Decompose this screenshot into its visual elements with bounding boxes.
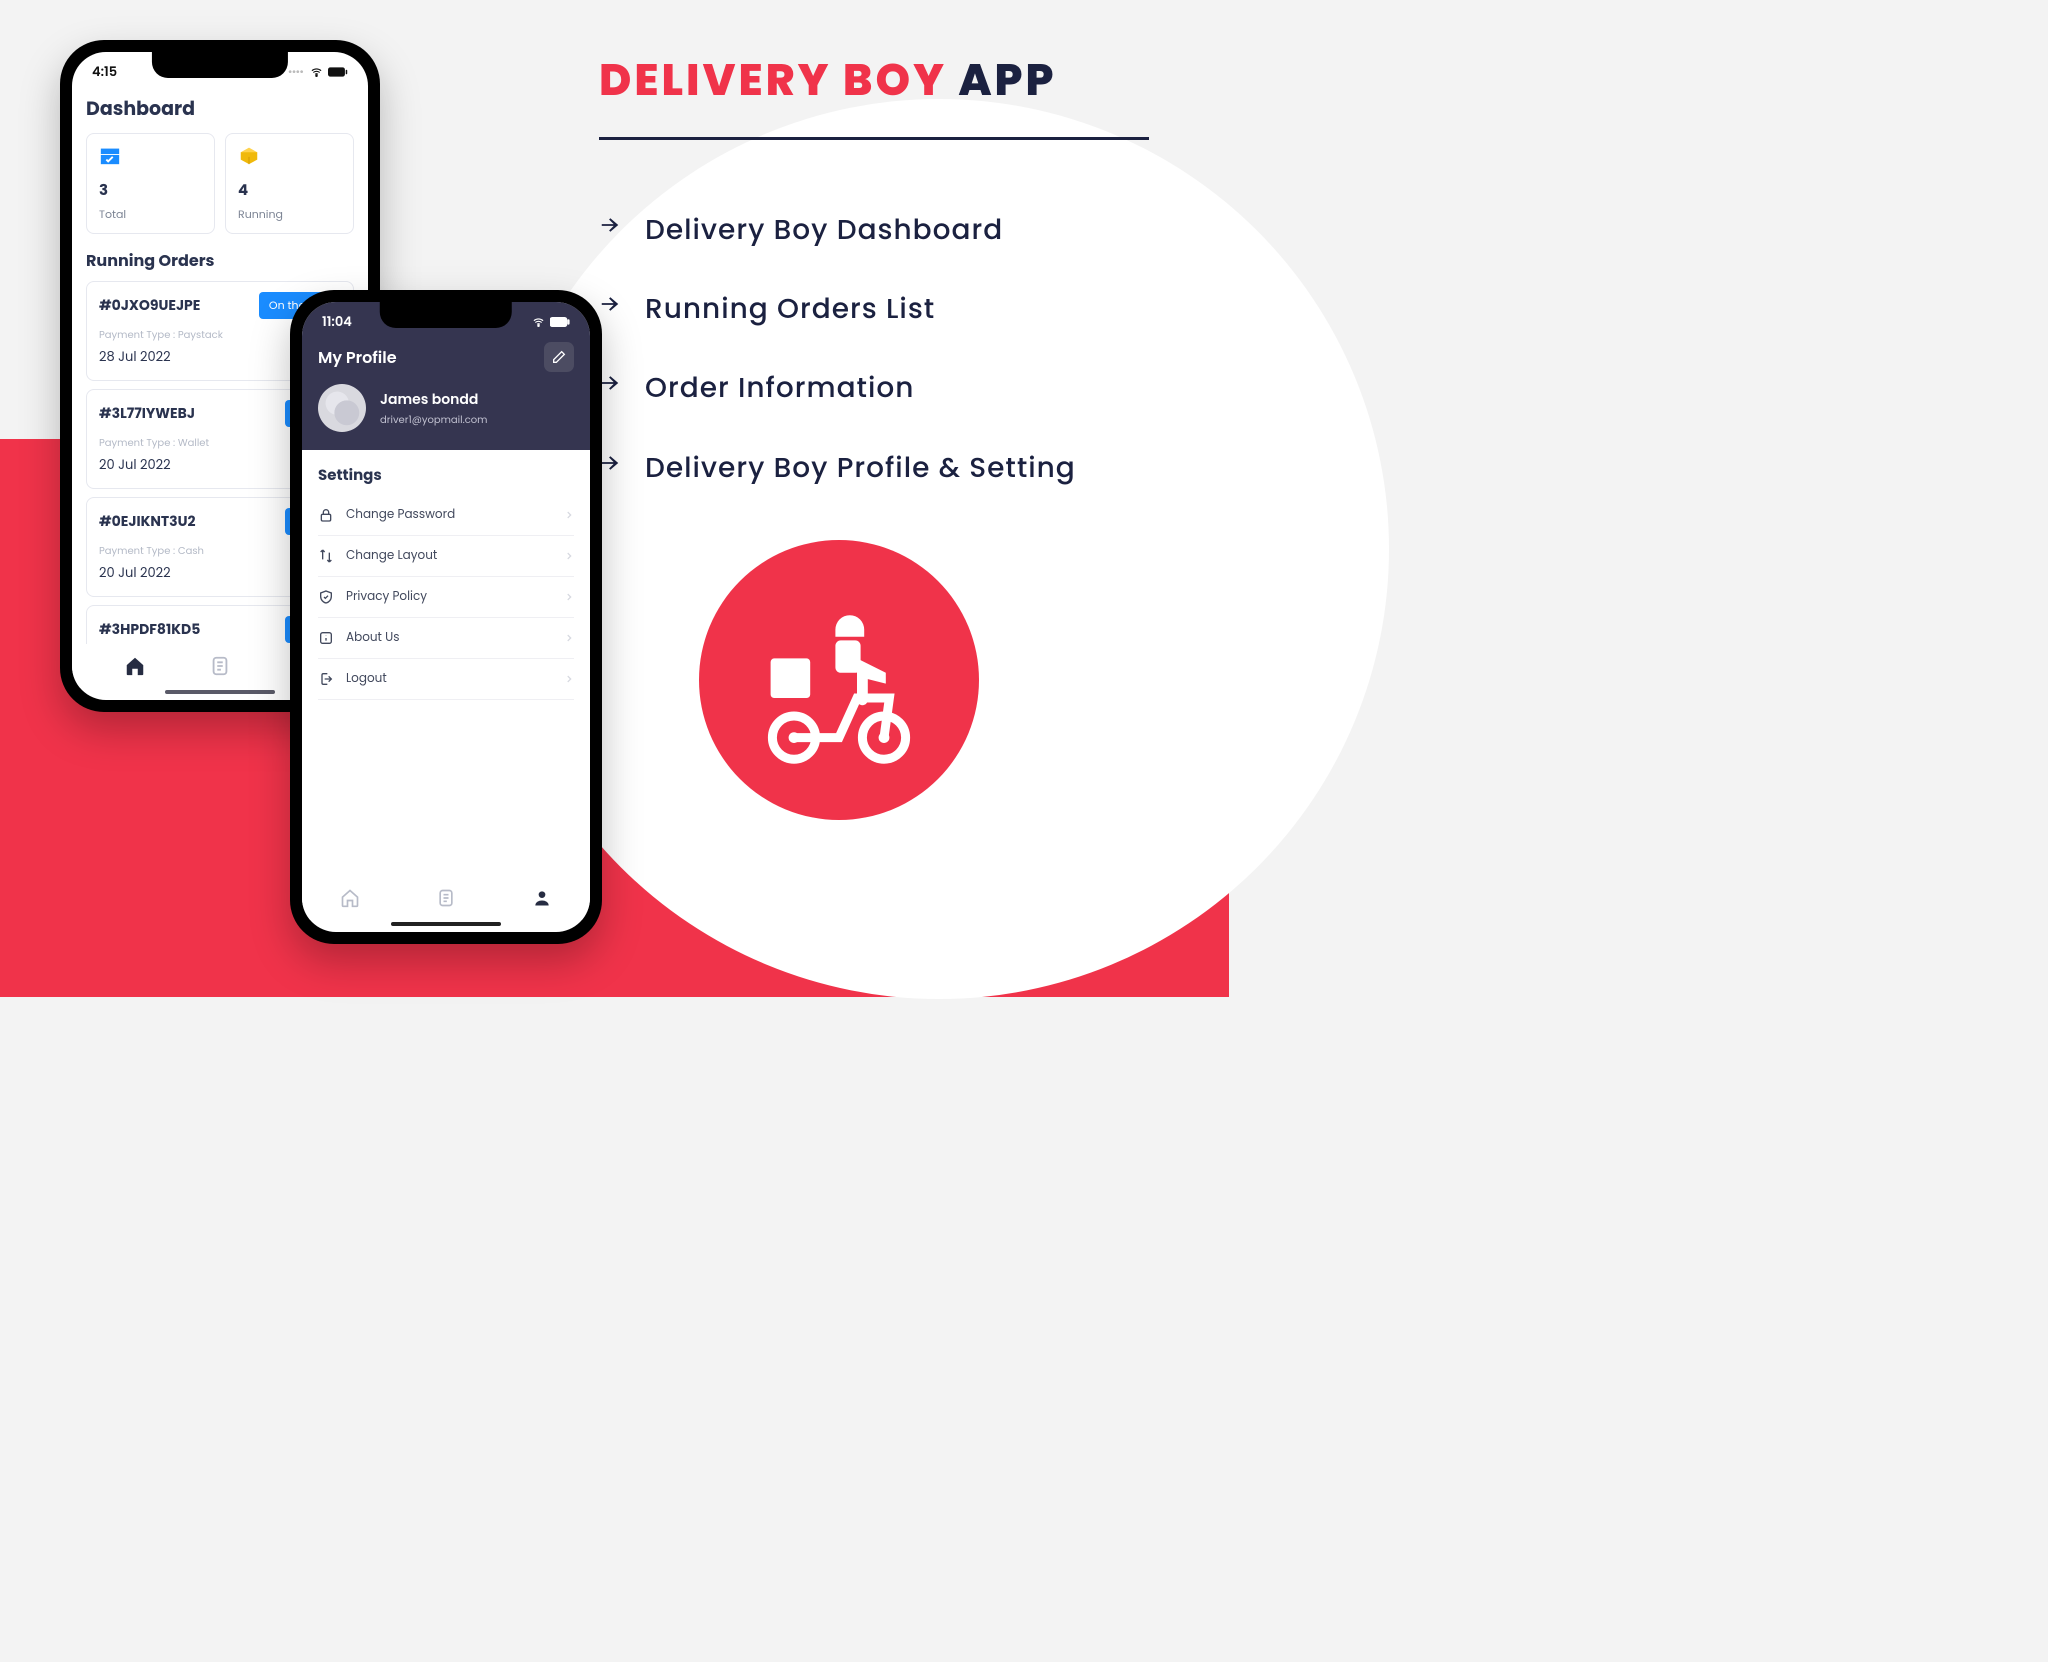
row-label: About Us: [346, 629, 552, 647]
shield-icon: [318, 589, 334, 605]
page-title: Dashboard: [86, 94, 354, 123]
chevron-right-icon: [564, 510, 574, 520]
profile-icon[interactable]: [532, 888, 552, 908]
row-label: Change Layout: [346, 547, 552, 565]
status-time: 4:15: [92, 62, 117, 82]
box-blue-icon: [99, 144, 121, 166]
section-heading: Running Orders: [86, 248, 354, 273]
settings-row-logout[interactable]: Logout: [318, 659, 574, 700]
headline: DELIVERY BOY APP: [599, 48, 1149, 113]
headline-accent: DELIVERY BOY: [599, 50, 947, 111]
stat-value: 4: [238, 179, 341, 202]
logout-icon: [318, 671, 334, 687]
status-right-icons: ••••: [288, 64, 348, 80]
chevron-right-icon: [564, 551, 574, 561]
arrow-right-icon: [599, 214, 621, 236]
settings-row-about-us[interactable]: About Us: [318, 618, 574, 659]
feature-list: Delivery Boy Dashboard Running Orders Li…: [599, 210, 1149, 487]
lock-icon: [318, 507, 334, 523]
stat-label: Running: [238, 206, 341, 223]
arrow-right-icon: [599, 372, 621, 394]
feature-item: Delivery Boy Dashboard: [599, 210, 1149, 249]
chevron-right-icon: [564, 633, 574, 643]
status-time: 11:04: [322, 312, 352, 332]
feature-text: Order Information: [645, 368, 914, 407]
user-name: James bondd: [380, 389, 487, 410]
settings-heading: Settings: [318, 464, 574, 487]
phone-notch: [380, 302, 512, 328]
chevron-right-icon: [564, 674, 574, 684]
edit-icon: [551, 349, 567, 365]
order-date: 20 Jul 2022: [99, 563, 171, 588]
feature-text: Running Orders List: [645, 289, 935, 328]
status-right-icons: [531, 317, 570, 328]
home-icon[interactable]: [124, 655, 146, 677]
feature-item: Running Orders List: [599, 289, 1149, 328]
settings-row-privacy-policy[interactable]: Privacy Policy: [318, 577, 574, 618]
swap-icon: [318, 548, 334, 564]
payment-type: Payment Type : Paystack: [99, 327, 223, 343]
phone-mockup-profile: 11:04 My Profile James bondd: [290, 290, 602, 944]
cellular-dots-icon: ••••: [288, 64, 303, 80]
marketing-right-column: DELIVERY BOY APP Delivery Boy Dashboard …: [599, 48, 1149, 487]
order-id: #3L77IYWEBJ: [99, 403, 195, 424]
phone-notch: [152, 52, 288, 78]
stat-card-running[interactable]: 4 Running: [225, 133, 354, 234]
headline-divider: [599, 137, 1149, 140]
stats-row: 3 Total 4 Running: [86, 133, 354, 234]
home-indicator: [165, 690, 275, 694]
headline-rest: APP: [958, 50, 1056, 111]
avatar: [318, 384, 366, 432]
settings-row-change-layout[interactable]: Change Layout: [318, 536, 574, 577]
order-date: 28 Jul 2022: [99, 347, 171, 372]
order-id: #3HPDF81KD5: [99, 619, 200, 640]
arrow-right-icon: [599, 452, 621, 474]
stat-card-total[interactable]: 3 Total: [86, 133, 215, 234]
orders-icon[interactable]: [209, 655, 231, 677]
delivery-scooter-illustration: [699, 540, 979, 820]
orders-icon[interactable]: [436, 888, 456, 908]
feature-item: Order Information: [599, 368, 1149, 407]
battery-icon: [550, 317, 570, 327]
order-id: #0JXO9UEJPE: [99, 295, 200, 316]
home-icon[interactable]: [340, 888, 360, 908]
wifi-icon: [309, 67, 324, 78]
settings-row-change-password[interactable]: Change Password: [318, 495, 574, 536]
order-id: #0EJIKNT3U2: [99, 511, 195, 532]
feature-text: Delivery Boy Profile & Setting: [645, 448, 1076, 487]
box-yellow-icon: [238, 144, 260, 166]
stat-value: 3: [99, 179, 202, 202]
edit-profile-button[interactable]: [544, 342, 574, 372]
row-label: Change Password: [346, 506, 552, 524]
home-indicator: [391, 922, 501, 926]
order-date: 20 Jul 2022: [99, 455, 171, 480]
row-label: Logout: [346, 670, 552, 688]
stat-label: Total: [99, 206, 202, 223]
chevron-right-icon: [564, 592, 574, 602]
bottom-tab-bar: [302, 876, 590, 920]
battery-icon: [328, 67, 348, 77]
feature-item: Delivery Boy Profile & Setting: [599, 448, 1149, 487]
user-email: driver1@yopmail.com: [380, 412, 487, 428]
page-title: My Profile: [318, 345, 397, 370]
info-icon: [318, 630, 334, 646]
row-label: Privacy Policy: [346, 588, 552, 606]
arrow-right-icon: [599, 293, 621, 315]
wifi-icon: [531, 317, 546, 328]
payment-type: Payment Type : Wallet: [99, 435, 209, 451]
payment-type: Payment Type : Cash: [99, 543, 204, 559]
feature-text: Delivery Boy Dashboard: [645, 210, 1003, 249]
scooter-icon: [749, 590, 929, 770]
